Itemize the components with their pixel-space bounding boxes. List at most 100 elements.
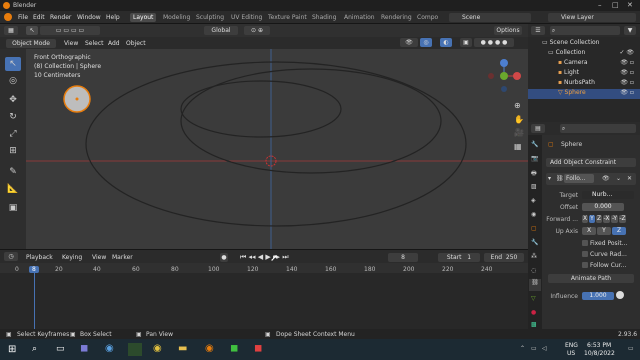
scene-tab-icon[interactable]: ◈ bbox=[531, 197, 536, 204]
outliner-row-nurbspath[interactable]: ▪ NurbsPath 👁 ▫ bbox=[528, 79, 640, 89]
follow-curve-checkbox[interactable] bbox=[582, 262, 588, 268]
3d-viewport[interactable]: ⊕ ✋ 🎥 ▦ bbox=[26, 49, 528, 249]
offset-field[interactable]: 0.000 bbox=[582, 203, 624, 211]
texture-tab-icon[interactable]: ▩ bbox=[531, 321, 537, 328]
add-constraint-button[interactable]: Add Object Constraint bbox=[546, 158, 636, 167]
properties-editor-icon[interactable]: ▤ bbox=[531, 124, 545, 133]
current-frame-field[interactable]: 8 bbox=[388, 253, 418, 262]
fixed-position-checkbox[interactable] bbox=[582, 240, 588, 246]
material-tab-icon[interactable]: ● bbox=[531, 309, 536, 316]
collapse-icon[interactable]: ▾ bbox=[548, 175, 551, 182]
animate-path-button[interactable]: Animate Path bbox=[548, 274, 634, 283]
camtasia-icon[interactable]: ◼ bbox=[230, 343, 238, 354]
physics-tab-icon[interactable]: ◌ bbox=[531, 267, 536, 274]
constraint-header[interactable]: ▾ ⛓ Follo... 👁 ⌄ ✕ bbox=[546, 173, 636, 185]
tool-tab-icon[interactable]: 🔧 bbox=[531, 141, 538, 148]
tab-layout[interactable]: Layout bbox=[130, 13, 157, 22]
visibility-icon[interactable]: ✓ 👁 bbox=[619, 49, 634, 56]
teams-icon[interactable]: ◼ bbox=[80, 343, 88, 354]
camera-view-icon[interactable]: 🎥 bbox=[514, 128, 524, 137]
tab-animation[interactable]: Animation bbox=[341, 13, 378, 22]
menu-select[interactable]: Select bbox=[85, 40, 104, 47]
menu-playback[interactable]: Playback bbox=[26, 254, 53, 261]
minimize-icon[interactable]: – bbox=[598, 1, 602, 9]
blender-taskbar-icon[interactable]: ◉ bbox=[205, 343, 214, 354]
xray-icon[interactable]: ▣ bbox=[460, 38, 472, 47]
options-button[interactable]: Options bbox=[494, 26, 522, 35]
constraint-visibility-icon[interactable]: 👁 bbox=[602, 175, 610, 182]
outliner-row-light[interactable]: ▪ Light 👁 ▫ bbox=[528, 69, 640, 79]
move-tool-icon[interactable]: ✥ bbox=[5, 93, 21, 107]
playback-controls[interactable]: ⏮ ◂◂ ◀ ▶ ▸▸ ⏭ bbox=[240, 253, 289, 262]
search-icon[interactable]: ⌕ bbox=[32, 344, 37, 354]
notifications-icon[interactable]: ▭ bbox=[628, 345, 634, 352]
visibility-icon[interactable]: 👁 ▫ bbox=[620, 59, 634, 66]
tool-options[interactable]: ▭ ▭ ▭ ▭ bbox=[40, 26, 100, 35]
tab-compositing[interactable]: Compo bbox=[414, 13, 441, 22]
constraints-tab-icon[interactable]: ⛓ bbox=[529, 279, 541, 291]
particles-tab-icon[interactable]: ⁂ bbox=[531, 253, 537, 260]
close-icon[interactable]: ✕ bbox=[627, 1, 633, 9]
outliner-row-collection[interactable]: ▭ Collection ✓ 👁 bbox=[528, 49, 640, 59]
menu-render[interactable]: Render bbox=[50, 14, 71, 21]
tab-shading[interactable]: Shading bbox=[309, 13, 339, 22]
record-icon[interactable]: ● bbox=[220, 253, 228, 262]
transform-orientation[interactable]: Global bbox=[204, 26, 238, 35]
recorder-icon[interactable]: ◼ bbox=[254, 343, 262, 354]
app-green-icon[interactable] bbox=[128, 343, 142, 356]
forward-neg-x[interactable]: -X bbox=[603, 215, 610, 223]
modifiers-tab-icon[interactable]: 🔧 bbox=[531, 239, 538, 246]
up-y[interactable]: Y bbox=[597, 227, 611, 235]
clock-time[interactable]: 6:53 PM bbox=[587, 342, 611, 349]
scene-selector[interactable]: Scene bbox=[449, 13, 531, 22]
network-icon[interactable]: ▭ bbox=[531, 345, 537, 352]
shading-modes[interactable]: ● ● ● ● bbox=[474, 38, 514, 47]
zoom-icon[interactable]: ⊕ bbox=[514, 101, 521, 110]
edge-icon[interactable]: ◉ bbox=[105, 343, 114, 354]
render-tab-icon[interactable]: 📷 bbox=[531, 155, 538, 162]
tab-sculpting[interactable]: Sculpting bbox=[193, 13, 227, 22]
view-layer-tab-icon[interactable]: ▨ bbox=[531, 183, 537, 190]
filter-icon[interactable]: ▼ bbox=[624, 26, 636, 35]
outliner-search[interactable]: ⌕ bbox=[550, 26, 620, 35]
language-1[interactable]: ENG bbox=[565, 342, 578, 349]
maximize-icon[interactable]: □ bbox=[612, 1, 619, 9]
forward-y[interactable]: Y bbox=[589, 215, 595, 223]
menu-view[interactable]: View bbox=[64, 40, 78, 47]
influence-keyframe-icon[interactable] bbox=[616, 291, 624, 299]
editor-type-icon[interactable]: ▦ bbox=[4, 26, 18, 35]
object-tab-icon[interactable]: ▢ bbox=[531, 225, 537, 232]
forward-neg-y[interactable]: -Y bbox=[611, 215, 618, 223]
pivot-snap[interactable]: ⊙ ⊕ bbox=[244, 26, 270, 35]
constraint-menu-icon[interactable]: ⌄ bbox=[616, 175, 621, 182]
language-2[interactable]: US bbox=[567, 350, 575, 357]
visibility-icon[interactable]: 👁 bbox=[400, 38, 418, 47]
visibility-icon[interactable]: 👁 ▫ bbox=[620, 79, 634, 86]
start-frame-field[interactable]: Start 1 bbox=[438, 253, 480, 262]
output-tab-icon[interactable]: 🖶 bbox=[531, 169, 537, 179]
outliner-row-camera[interactable]: ▪ Camera 👁 ▫ bbox=[528, 59, 640, 69]
menu-window[interactable]: Window bbox=[77, 14, 101, 21]
add-cube-tool-icon[interactable]: ▣ bbox=[5, 201, 21, 215]
annotate-tool-icon[interactable]: ✎ bbox=[5, 165, 21, 179]
pan-hand-icon[interactable]: ✋ bbox=[514, 115, 524, 124]
menu-marker[interactable]: Marker bbox=[112, 254, 133, 261]
visibility-icon[interactable]: 👁 ▫ bbox=[620, 69, 634, 76]
ortho-toggle-icon[interactable]: ▦ bbox=[514, 142, 522, 151]
speaker-icon[interactable]: ◁ bbox=[542, 345, 547, 352]
influence-slider[interactable]: 1.000 bbox=[582, 292, 614, 300]
blender-menu-icon[interactable] bbox=[4, 13, 12, 21]
select-tool-icon[interactable]: ↖ bbox=[26, 26, 38, 35]
select-box-tool-icon[interactable]: ↖ bbox=[5, 57, 21, 71]
visibility-icon[interactable]: 👁 ▫ bbox=[620, 89, 634, 96]
world-tab-icon[interactable]: ◉ bbox=[531, 211, 536, 218]
tab-rendering[interactable]: Rendering bbox=[378, 13, 415, 22]
cursor-tool-icon[interactable]: ◎ bbox=[5, 74, 21, 88]
playhead-frame[interactable]: 8 bbox=[29, 266, 39, 273]
measure-tool-icon[interactable]: 📐 bbox=[5, 182, 21, 196]
rotate-tool-icon[interactable]: ↻ bbox=[5, 110, 21, 124]
menu-file[interactable]: File bbox=[18, 14, 28, 21]
end-frame-field[interactable]: End 250 bbox=[484, 253, 524, 262]
scale-tool-icon[interactable]: ⤢ bbox=[5, 127, 21, 141]
chrome-icon[interactable]: ◉ bbox=[153, 343, 162, 354]
